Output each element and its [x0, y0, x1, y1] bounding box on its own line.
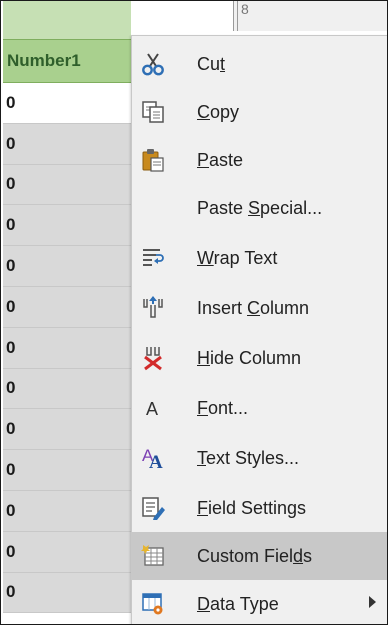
cell-value: 0: [6, 419, 16, 439]
cell-value: 0: [6, 133, 16, 153]
copy-icon: [138, 96, 168, 128]
cell-value: 0: [6, 582, 16, 602]
cell-value: 0: [6, 378, 16, 398]
custom-fields-icon: [138, 540, 168, 572]
submenu-arrow-icon: [369, 596, 376, 608]
menu-label-custom-fields: Custom Fields: [197, 545, 313, 566]
scissors-icon: [138, 48, 168, 80]
cell-value: 0: [6, 215, 16, 235]
data-type-icon: [138, 588, 168, 620]
paste-icon: [138, 144, 168, 176]
cell[interactable]: 0: [3, 572, 131, 614]
menu-item-cut[interactable]: Cut: [132, 40, 387, 88]
menu-label-cut: Cut: [197, 53, 226, 74]
menu-item-hide-column[interactable]: Hide Column: [132, 334, 387, 382]
cell[interactable]: 0: [3, 205, 131, 247]
cell-value: 0: [6, 337, 16, 357]
cell[interactable]: 0: [3, 490, 131, 532]
column-resize-handle[interactable]: [233, 1, 238, 31]
context-menu: Cut Copy Paste Paste Special... Wrap Tex…: [131, 35, 387, 624]
menu-label-hide-column: Hide Column: [197, 347, 302, 368]
cell-value: 0: [6, 541, 16, 561]
cell-column: 0 0 0 0 0 0 0 0 0 0 0 0 0: [3, 83, 131, 614]
cell-value: 0: [6, 460, 16, 480]
cell[interactable]: 0: [3, 450, 131, 491]
menu-item-copy[interactable]: Copy: [132, 88, 387, 136]
cell-value: 0: [6, 174, 16, 194]
menu-item-wrap-text[interactable]: Wrap Text: [132, 234, 387, 282]
cell[interactable]: 0: [3, 286, 131, 328]
menu-label-wrap-text: Wrap Text: [197, 247, 278, 268]
cell[interactable]: 0: [3, 531, 131, 573]
field-settings-icon: [138, 492, 168, 524]
menu-item-font[interactable]: A Font...: [132, 384, 387, 432]
menu-item-field-settings[interactable]: Field Settings: [132, 484, 387, 532]
menu-label-font: Font...: [197, 397, 249, 418]
menu-label-paste-special: Paste Special...: [197, 197, 323, 218]
menu-item-data-type[interactable]: Data Type: [132, 580, 387, 624]
text-styles-icon: A A: [138, 442, 168, 474]
svg-text:A: A: [146, 399, 158, 419]
menu-label-text-styles: Text Styles...: [197, 447, 300, 468]
hide-column-icon: [138, 342, 168, 374]
menu-label-insert-column: Insert Column: [197, 297, 310, 318]
menu-item-insert-column[interactable]: Insert Column: [132, 284, 387, 332]
cell[interactable]: 0: [3, 368, 131, 410]
column-header-label: Number1: [7, 51, 81, 70]
menu-label-paste: Paste: [197, 149, 244, 170]
cell[interactable]: 0: [3, 246, 131, 287]
next-column-label: 8: [241, 1, 249, 17]
menu-label-field-settings: Field Settings: [197, 497, 307, 518]
cell[interactable]: 0: [3, 327, 131, 369]
menu-label-data-type: Data Type: [197, 593, 279, 614]
menu-item-paste[interactable]: Paste: [132, 136, 387, 184]
column-header-next[interactable]: 8: [233, 1, 387, 31]
menu-item-custom-fields[interactable]: Custom Fields: [132, 532, 387, 580]
menu-item-paste-special[interactable]: Paste Special...: [132, 184, 387, 232]
svg-text:A: A: [149, 452, 163, 471]
cell[interactable]: 0: [3, 83, 131, 124]
spreadsheet-frame: Number1 8 0 0 0 0 0 0 0 0 0 0 0 0 0 Cut …: [0, 0, 388, 625]
font-icon: A: [138, 392, 168, 424]
cell[interactable]: 0: [3, 409, 131, 451]
cell[interactable]: 0: [3, 164, 131, 206]
cell-value: 0: [6, 92, 16, 112]
menu-item-text-styles[interactable]: A A Text Styles...: [132, 434, 387, 482]
insert-column-icon: [138, 292, 168, 324]
cell-value: 0: [6, 296, 16, 316]
menu-label-copy: Copy: [197, 101, 240, 122]
cell-value: 0: [6, 256, 16, 276]
wrap-text-icon: [138, 242, 168, 274]
column-header-top: [3, 1, 131, 39]
cell[interactable]: 0: [3, 123, 131, 165]
column-header-number1[interactable]: Number1: [3, 39, 131, 83]
cell-value: 0: [6, 500, 16, 520]
